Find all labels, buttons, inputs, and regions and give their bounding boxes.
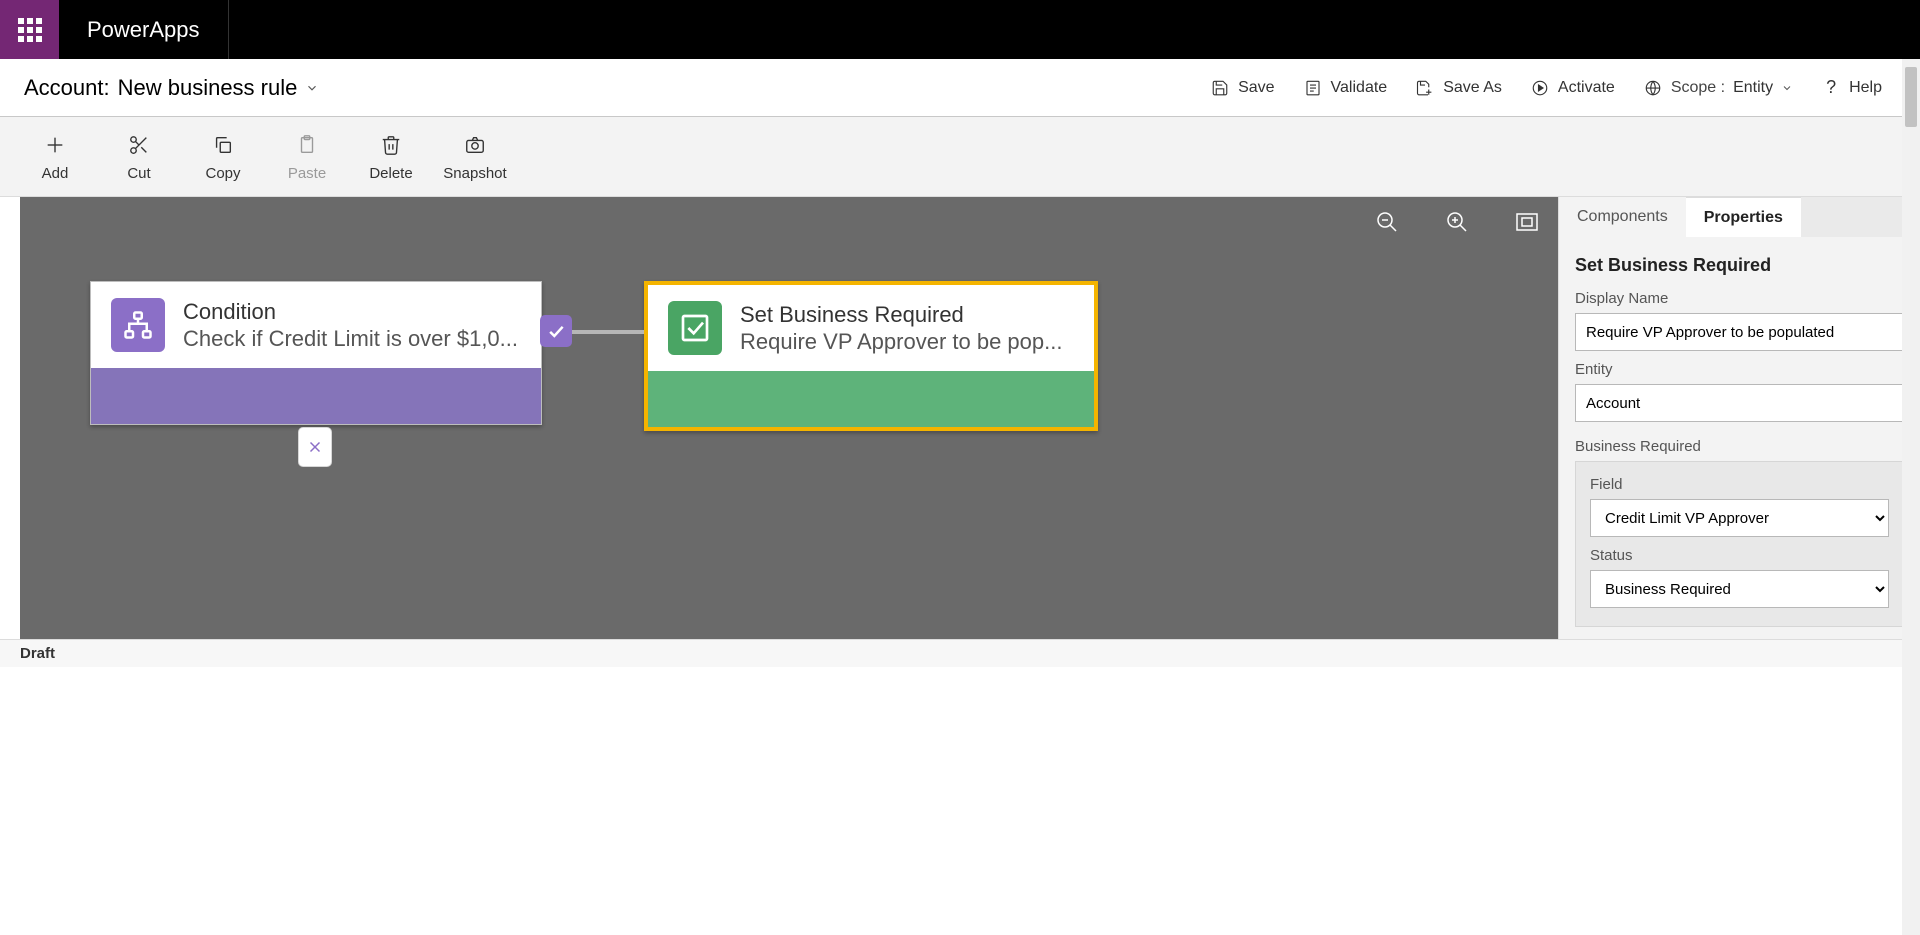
rule-title-dropdown[interactable]: Account: New business rule <box>24 75 319 101</box>
connector-line <box>572 330 644 334</box>
validate-button[interactable]: Validate <box>1289 69 1402 107</box>
vertical-scrollbar[interactable] <box>1902 59 1920 935</box>
display-name-label: Display Name <box>1575 290 1904 307</box>
false-branch-connector[interactable] <box>298 427 332 467</box>
tab-properties[interactable]: Properties <box>1686 197 1801 237</box>
copy-label: Copy <box>205 165 240 182</box>
status-bar: Draft <box>0 639 1920 667</box>
add-button[interactable]: Add <box>20 131 90 182</box>
cut-button[interactable]: Cut <box>104 131 174 182</box>
edit-toolbar: Add Cut Copy Paste Delete <box>0 117 1920 197</box>
save-as-icon <box>1415 78 1435 98</box>
design-canvas[interactable]: Condition Check if Credit Limit is over … <box>20 197 1558 639</box>
entity-input[interactable] <box>1575 384 1904 422</box>
zoom-in-button[interactable] <box>1444 209 1470 235</box>
scrollbar-thumb[interactable] <box>1905 67 1917 127</box>
copy-icon <box>212 131 234 159</box>
true-branch-connector[interactable] <box>540 315 572 347</box>
cut-label: Cut <box>127 165 150 182</box>
help-icon: ? <box>1821 78 1841 98</box>
condition-card[interactable]: Condition Check if Credit Limit is over … <box>90 281 542 425</box>
tab-components[interactable]: Components <box>1559 197 1686 237</box>
help-label: Help <box>1849 79 1882 97</box>
condition-strip <box>91 368 541 424</box>
plus-icon <box>44 131 66 159</box>
top-app-bar: PowerApps <box>0 0 1920 59</box>
status-text: Draft <box>20 645 55 662</box>
activate-icon <box>1530 78 1550 98</box>
command-bar: Account: New business rule Save Validate… <box>0 59 1920 117</box>
snapshot-button[interactable]: Snapshot <box>440 131 510 182</box>
trash-icon <box>380 131 402 159</box>
scope-label: Scope : <box>1671 79 1725 97</box>
help-button[interactable]: ? Help <box>1807 69 1896 107</box>
paste-icon <box>296 131 318 159</box>
paste-label: Paste <box>288 165 326 182</box>
main-area: Condition Check if Credit Limit is over … <box>0 197 1920 639</box>
action-title: Set Business Required <box>740 301 1062 329</box>
checkbox-icon <box>668 301 722 355</box>
app-launcher-button[interactable] <box>0 0 59 59</box>
zoom-out-button[interactable] <box>1374 209 1400 235</box>
action-subtitle: Require VP Approver to be pop... <box>740 329 1062 355</box>
scissors-icon <box>128 131 150 159</box>
status-select[interactable]: Business Required <box>1590 570 1889 608</box>
panel-title: Set Business Required <box>1575 255 1904 276</box>
add-label: Add <box>42 165 69 182</box>
validate-label: Validate <box>1331 79 1388 97</box>
action-strip <box>648 371 1094 427</box>
copy-button[interactable]: Copy <box>188 131 258 182</box>
waffle-icon <box>18 18 42 42</box>
activate-button[interactable]: Activate <box>1516 69 1629 107</box>
save-label: Save <box>1238 79 1274 97</box>
field-label: Field <box>1590 476 1889 493</box>
paste-button[interactable]: Paste <box>272 131 342 182</box>
business-required-section: Field Credit Limit VP Approver Status Bu… <box>1575 461 1904 627</box>
properties-panel: Components Properties Set Business Requi… <box>1558 197 1920 639</box>
scope-dropdown[interactable]: Scope : Entity <box>1629 69 1807 107</box>
action-card-selected[interactable]: Set Business Required Require VP Approve… <box>644 281 1098 431</box>
section-label: Business Required <box>1575 438 1904 455</box>
branch-icon <box>111 298 165 352</box>
app-name: PowerApps <box>59 0 229 59</box>
entity-label: Entity <box>1575 361 1904 378</box>
validate-icon <box>1303 78 1323 98</box>
field-select[interactable]: Credit Limit VP Approver <box>1590 499 1889 537</box>
chevron-down-icon <box>305 81 319 95</box>
camera-icon <box>463 131 487 159</box>
status-label: Status <box>1590 547 1889 564</box>
condition-title: Condition <box>183 298 518 326</box>
activate-label: Activate <box>1558 79 1615 97</box>
fit-to-screen-button[interactable] <box>1514 209 1540 235</box>
save-as-button[interactable]: Save As <box>1401 69 1516 107</box>
condition-subtitle: Check if Credit Limit is over $1,0... <box>183 326 518 352</box>
save-button[interactable]: Save <box>1196 69 1288 107</box>
delete-label: Delete <box>369 165 412 182</box>
scope-value: Entity <box>1733 79 1773 97</box>
delete-button[interactable]: Delete <box>356 131 426 182</box>
snapshot-label: Snapshot <box>443 165 506 182</box>
save-as-label: Save As <box>1443 79 1502 97</box>
display-name-input[interactable] <box>1575 313 1904 351</box>
chevron-down-icon <box>1781 82 1793 94</box>
rule-name: New business rule <box>118 75 298 101</box>
scope-icon <box>1643 78 1663 98</box>
save-icon <box>1210 78 1230 98</box>
entity-label: Account: <box>24 75 110 101</box>
